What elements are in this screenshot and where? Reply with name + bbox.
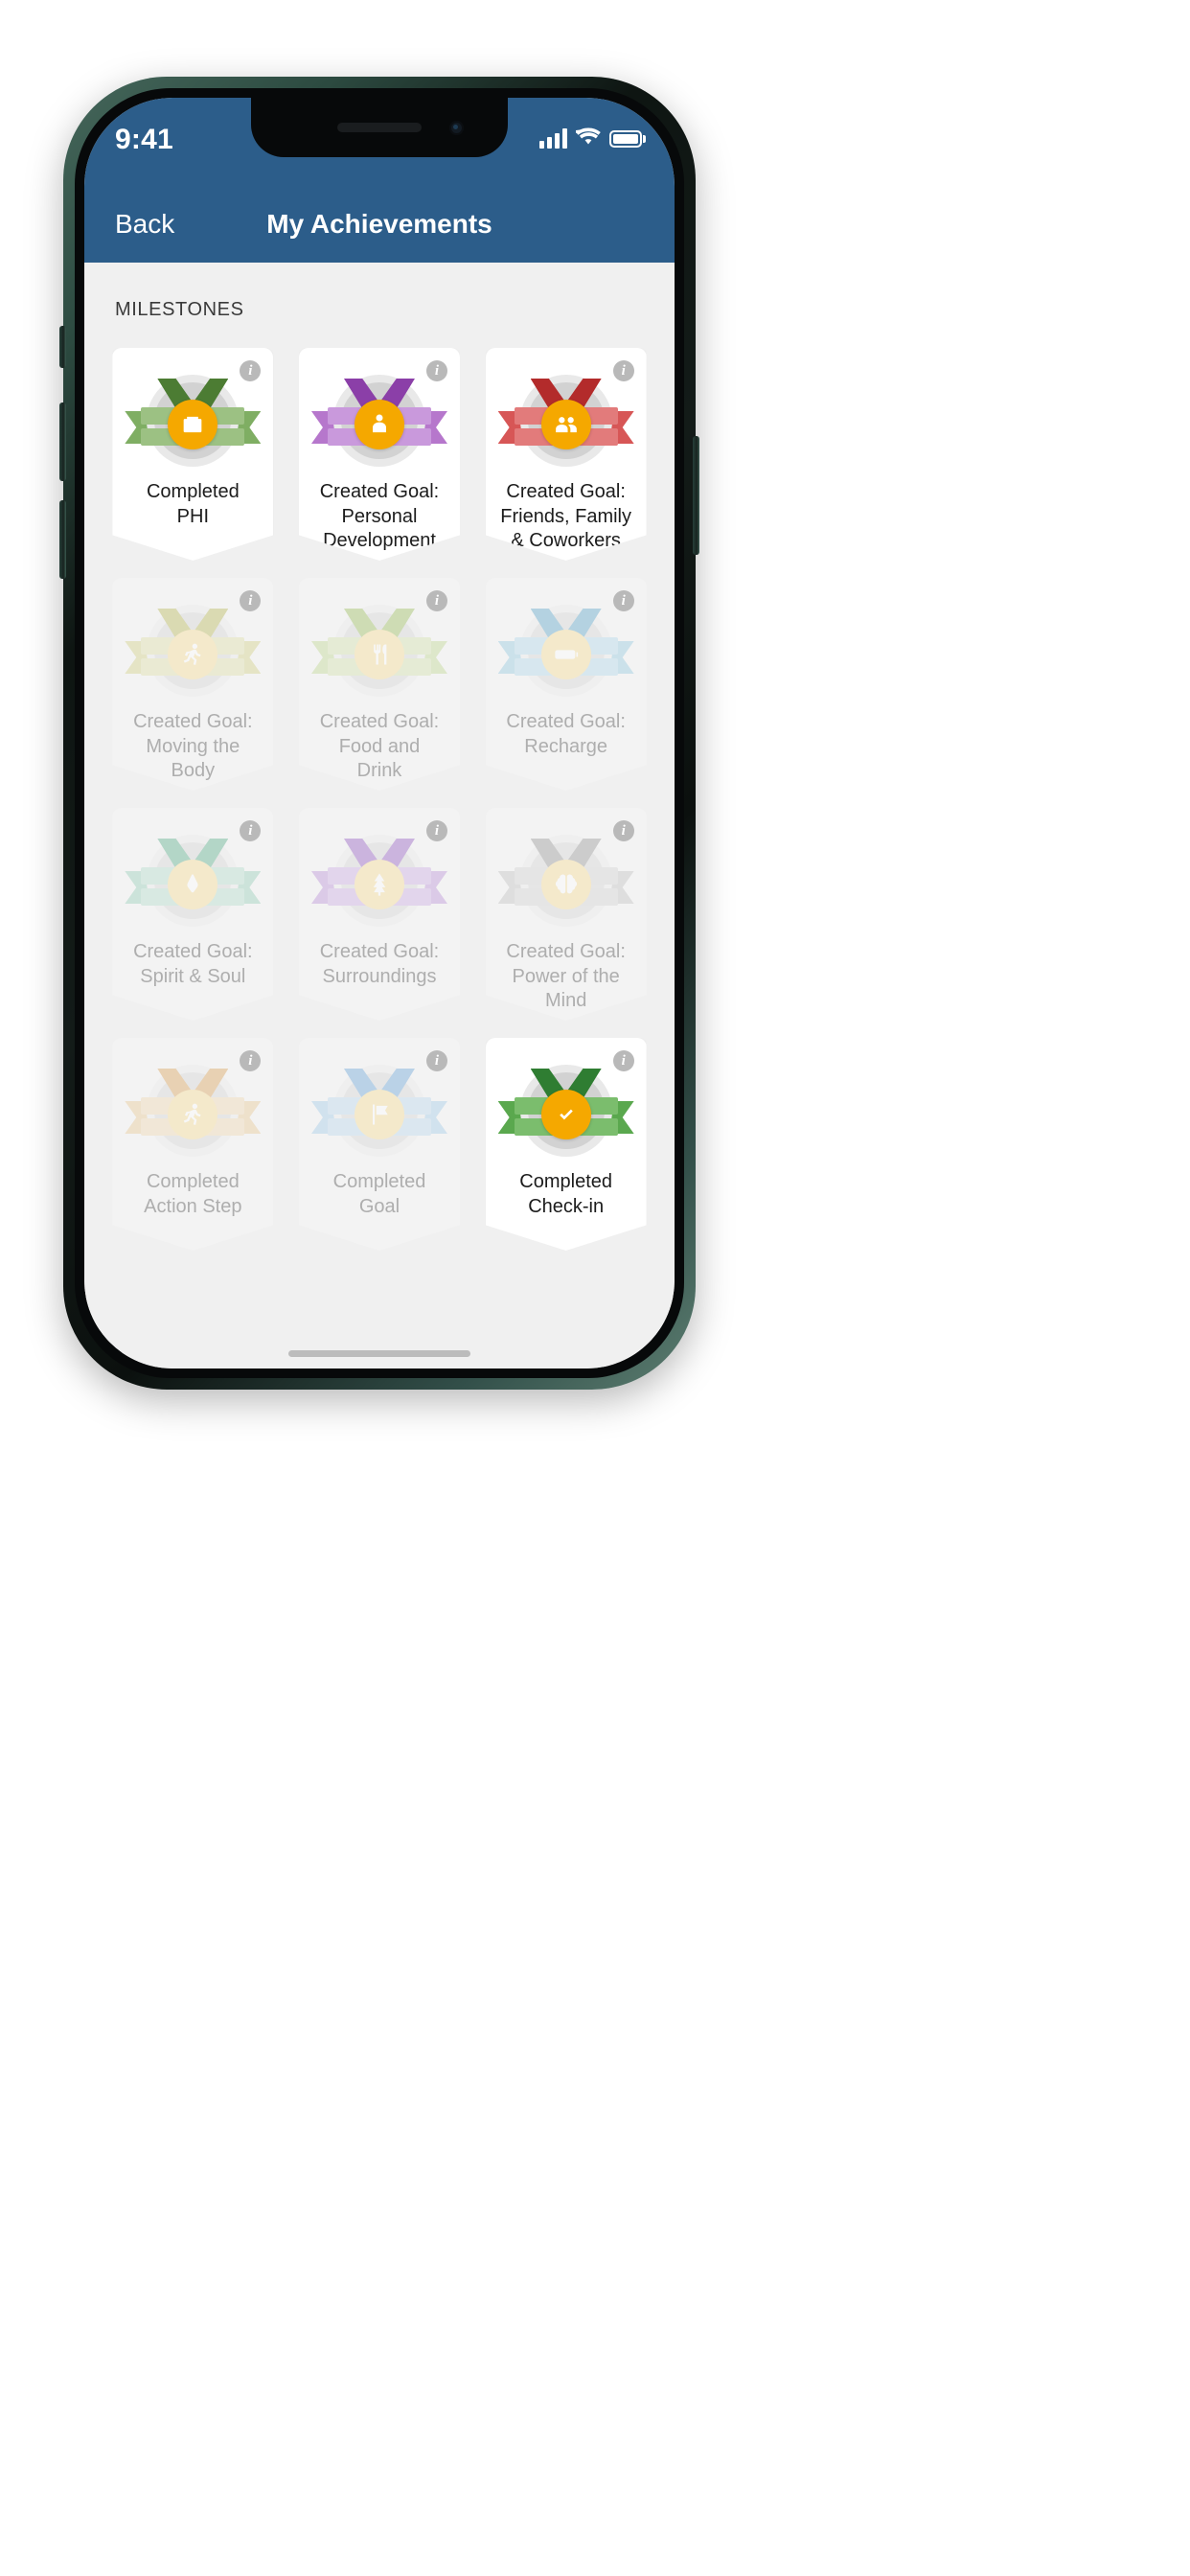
clipboard-icon [168, 400, 218, 449]
people-icon [540, 400, 591, 449]
page-title: My Achievements [266, 209, 492, 239]
badge-medal [125, 601, 262, 701]
wifi-icon [573, 126, 601, 150]
phone-screen: 9:41 Back My Achievements MILESTONES i Co… [84, 98, 675, 1368]
running-person-icon [168, 1090, 218, 1139]
battery-charge-icon [540, 630, 591, 679]
status-indicators [539, 126, 646, 150]
badge-label: Completed Action Step [144, 1171, 242, 1217]
badge-card[interactable]: i Created Goal: Food and Drink [298, 578, 460, 791]
fork-knife-icon [354, 630, 404, 679]
badge-medal [310, 601, 447, 701]
check-circle-icon [540, 1090, 591, 1139]
badge-medal [125, 831, 262, 931]
badge-card[interactable]: i Created Goal: Power of the Mind [485, 808, 647, 1021]
badge-medal [125, 1061, 262, 1161]
person-growth-icon [354, 400, 404, 449]
badge-card[interactable]: i Completed Goal [298, 1038, 460, 1251]
badge-label: Completed Goal [332, 1171, 426, 1217]
badge-label: Completed PHI [146, 481, 240, 527]
badge-card[interactable]: i Completed PHI [112, 348, 274, 561]
badge-medal [497, 371, 634, 471]
achievements-content[interactable]: MILESTONES i Completed PHI i Created Goal: Pe… [84, 263, 675, 1368]
badge-label: Completed Check-in [519, 1171, 613, 1217]
badge-label: Created Goal: Food and Drink [319, 711, 440, 782]
badge-medal [310, 1061, 447, 1161]
praying-hands-icon [168, 860, 218, 909]
badge-card[interactable]: i Completed Action Step [112, 1038, 274, 1251]
tree-icon [354, 860, 404, 909]
badge-grid: i Completed PHI i Created Goal: Personal Devel… [84, 348, 675, 1251]
badge-card[interactable]: i Created Goal: Friends, Family & Coworkers [485, 348, 647, 561]
flag-icon [354, 1090, 404, 1139]
badge-medal [310, 371, 447, 471]
badge-card[interactable]: i Created Goal: Surroundings [298, 808, 460, 1021]
silence-switch[interactable] [59, 326, 66, 368]
earpiece-speaker [337, 123, 422, 132]
badge-label: Created Goal: Moving the Body [133, 711, 253, 782]
badge-label: Created Goal: Spirit & Soul [133, 941, 253, 987]
badge-card[interactable]: i Completed Check-in [485, 1038, 647, 1251]
running-person-icon [168, 630, 218, 679]
front-camera [449, 121, 464, 135]
badge-medal [497, 601, 634, 701]
navigation-bar: Back My Achievements [84, 186, 675, 263]
battery-full-icon [609, 129, 646, 148]
cellular-signal-icon [539, 128, 567, 149]
home-indicator[interactable] [288, 1350, 470, 1357]
badge-card[interactable]: i Created Goal: Recharge [485, 578, 647, 791]
badge-medal [497, 1061, 634, 1161]
badge-label: Created Goal: Power of the Mind [506, 941, 626, 1012]
badge-label: Created Goal: Friends, Family & Coworkers [500, 481, 631, 552]
status-time: 9:41 [115, 124, 173, 155]
badge-card[interactable]: i Created Goal: Spirit & Soul [112, 808, 274, 1021]
brain-icon [540, 860, 591, 909]
volume-up-button[interactable] [59, 402, 66, 481]
badge-label: Created Goal: Personal Development [319, 481, 440, 552]
badge-label: Created Goal: Recharge [506, 711, 626, 757]
volume-down-button[interactable] [59, 500, 66, 579]
badge-medal [497, 831, 634, 931]
badge-medal [125, 371, 262, 471]
badge-card[interactable]: i Created Goal: Moving the Body [112, 578, 274, 791]
badge-label: Created Goal: Surroundings [319, 941, 440, 987]
notch [251, 98, 508, 157]
badge-medal [310, 831, 447, 931]
section-header-milestones: MILESTONES [115, 299, 244, 320]
badge-card[interactable]: i Created Goal: Personal Development [298, 348, 460, 561]
power-button[interactable] [693, 436, 699, 555]
